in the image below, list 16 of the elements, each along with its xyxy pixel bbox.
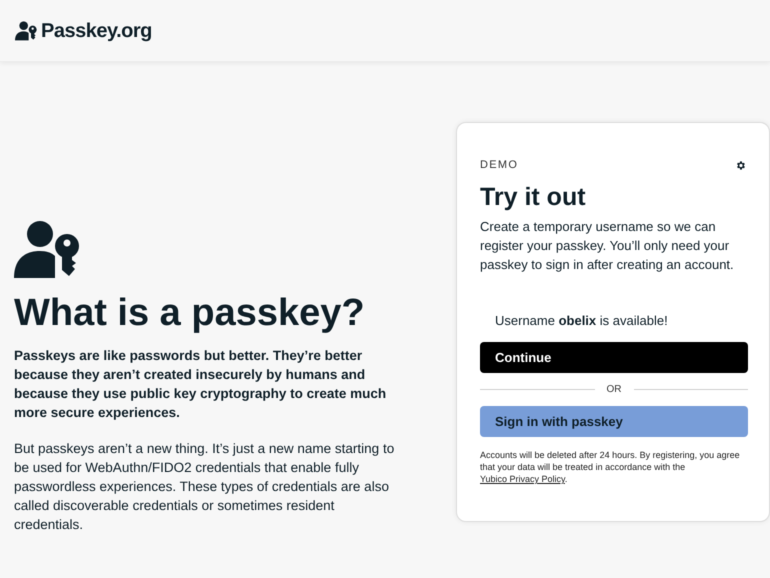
- card-eyebrow: DEMO: [480, 158, 518, 173]
- card-title: Try it out: [480, 182, 587, 212]
- settings-icon[interactable]: [735, 160, 746, 171]
- site-logo[interactable]: Passkey.org: [41, 16, 152, 46]
- availability-message: Username obelix is available!: [494, 312, 669, 330]
- lead-paragraph: Passkeys are like passwords but better. They’re better because they aren’t created insecurely by humans and because they use public key cryptography to create much more secure experiences.: [14, 346, 388, 422]
- continue-button[interactable]: Continue: [480, 342, 748, 374]
- page-heading: What is a passkey?: [14, 291, 366, 336]
- body-paragraph: But passkeys aren’t a new thing. It’s just a new name starting to be used for WebAuthn/FIDO2 credentials that enable fully passwordless experiences. These types of credentials are also called discoverable credentials or sometimes resident credentials.: [14, 440, 396, 534]
- passkey-button[interactable]: Sign in with passkey: [480, 406, 748, 438]
- logo-icon: [15, 20, 37, 40]
- divider-label: OR: [606, 383, 622, 398]
- notice-text: Accounts will be deleted after 24 hours. By registering, you agree that your data will be treated in accordance with the Yubico Privacy Policy.: [480, 449, 741, 486]
- privacy-link[interactable]: Yubico Privacy Policy: [480, 474, 565, 484]
- card-description: Create a temporary username so we can register your passkey. You’ll only need your passkey to sign in after creating an account.: [480, 218, 735, 274]
- person-key-icon: [14, 220, 80, 280]
